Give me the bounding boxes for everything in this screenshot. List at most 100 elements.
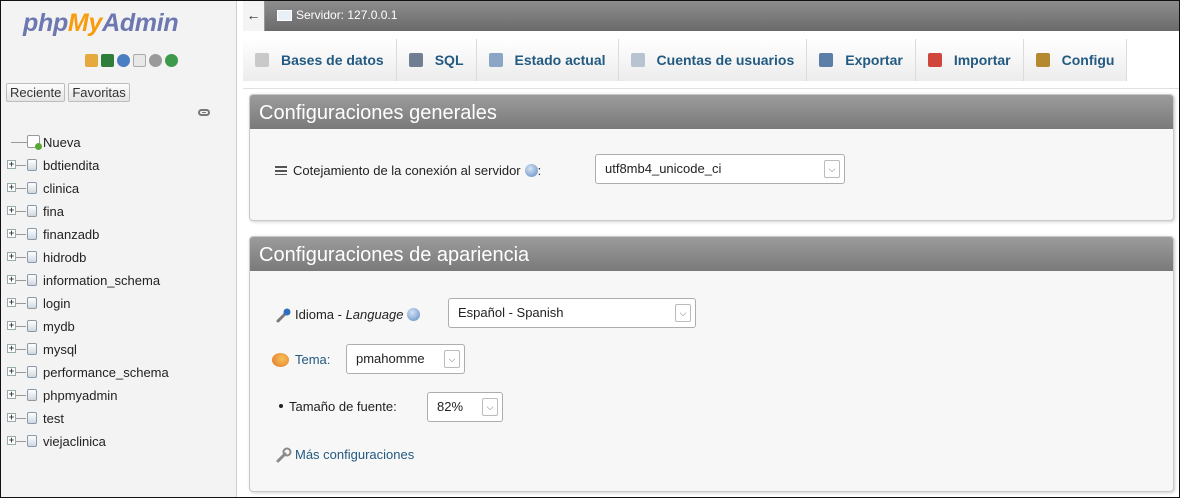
chevron-down-icon: ⌵ xyxy=(675,304,691,322)
tab-sql[interactable]: SQL xyxy=(396,39,477,81)
language-value: Español - Spanish xyxy=(458,305,564,320)
more-settings-link[interactable]: Más configuraciones xyxy=(295,447,414,462)
nav-recent-favorites: Reciente Favoritas xyxy=(6,83,130,102)
database-icon xyxy=(27,159,37,171)
bullet-icon xyxy=(279,404,283,408)
tree-item-mysql[interactable]: + mysql xyxy=(1,338,237,361)
font-size-label: Tamaño de fuente: xyxy=(289,399,397,414)
tree-item-information-schema[interactable]: + information_schema xyxy=(1,269,237,292)
database-icon xyxy=(27,251,37,263)
tree-connector xyxy=(16,257,26,258)
tree-item-clinica[interactable]: + clinica xyxy=(1,177,237,200)
sql-icon xyxy=(408,53,423,67)
phpmyadmin-logo[interactable]: phpMyAdmin xyxy=(23,9,179,38)
language-label-row: Idioma - Language xyxy=(295,307,421,322)
tree-item-hidrodb[interactable]: + hidrodb xyxy=(1,246,237,269)
tree-item-new[interactable]: Nueva xyxy=(1,131,237,154)
server-breadcrumb-bar: ← Servidor: 127.0.0.1 xyxy=(243,1,1179,31)
tree-item-fina[interactable]: + fina xyxy=(1,200,237,223)
tab-label: Cuentas de usuarios xyxy=(656,52,795,68)
expand-icon[interactable]: + xyxy=(7,298,16,307)
tree-item-mydb[interactable]: + mydb xyxy=(1,315,237,338)
collapse-nav-button[interactable]: ← xyxy=(243,1,265,31)
home-icon[interactable] xyxy=(85,54,98,67)
recent-tab[interactable]: Reciente xyxy=(6,83,66,102)
nav-icon-bar xyxy=(85,54,178,67)
expand-icon[interactable]: + xyxy=(7,275,16,284)
general-settings-title: Configuraciones generales xyxy=(250,95,1173,129)
font-size-select[interactable]: 82% ⌵ xyxy=(427,392,503,422)
appearance-settings-panel: Configuraciones de apariencia Idioma - L… xyxy=(249,236,1174,492)
theme-palette-icon xyxy=(272,353,289,367)
reload-icon[interactable] xyxy=(165,54,178,67)
tab-label: Configu xyxy=(1061,52,1115,68)
expand-icon[interactable]: + xyxy=(7,321,16,330)
tree-connector xyxy=(16,395,26,396)
collation-value: utf8mb4_unicode_ci xyxy=(605,161,722,176)
tree-item-label: hidrodb xyxy=(43,250,87,265)
font-size-label-row: Tamaño de fuente: xyxy=(279,399,397,414)
tab-bases-de-datos[interactable]: Bases de datos xyxy=(243,39,397,81)
help-icon[interactable] xyxy=(117,54,130,67)
expand-icon[interactable]: + xyxy=(7,160,16,169)
help-icon[interactable] xyxy=(407,308,421,321)
tree-item-test[interactable]: + test xyxy=(1,407,237,430)
tree-connector xyxy=(16,418,26,419)
database-icon xyxy=(27,435,37,447)
wrench-icon xyxy=(276,447,292,463)
favorites-tab[interactable]: Favoritas xyxy=(68,83,130,102)
tree-item-finanzadb[interactable]: + finanzadb xyxy=(1,223,237,246)
tree-item-label: mysql xyxy=(43,342,77,357)
tab-cuentas-de-usuarios[interactable]: Cuentas de usuarios xyxy=(618,39,808,81)
server-icon xyxy=(277,10,292,21)
database-icon xyxy=(27,205,37,217)
tab-importar[interactable]: Importar xyxy=(915,39,1024,81)
chevron-down-icon: ⌵ xyxy=(444,350,460,368)
import-icon xyxy=(927,53,942,67)
tree-item-viejaclinica[interactable]: + viejaclinica xyxy=(1,430,237,453)
exit-icon[interactable] xyxy=(101,54,114,67)
theme-label[interactable]: Tema: xyxy=(295,352,330,367)
tab-configu[interactable]: Configu xyxy=(1023,39,1128,81)
tab-label: Bases de datos xyxy=(281,52,384,68)
tree-connector xyxy=(16,441,26,442)
tree-item-label: test xyxy=(43,411,64,426)
tree-connector xyxy=(16,326,26,327)
database-icon xyxy=(27,297,37,309)
tab-exportar[interactable]: Exportar xyxy=(807,39,916,81)
server-breadcrumb[interactable]: Servidor: 127.0.0.1 xyxy=(296,8,397,22)
tree-item-bdtiendita[interactable]: + bdtiendita xyxy=(1,154,237,177)
tree-item-login[interactable]: + login xyxy=(1,292,237,315)
logo-my: My xyxy=(67,9,103,37)
expand-icon[interactable]: + xyxy=(7,344,16,353)
tree-item-phpmyadmin[interactable]: + phpmyadmin xyxy=(1,384,237,407)
tree-item-performance-schema[interactable]: + performance_schema xyxy=(1,361,237,384)
tree-item-label: bdtiendita xyxy=(43,158,100,173)
expand-icon[interactable]: + xyxy=(7,252,16,261)
status-icon xyxy=(488,53,503,67)
tree-connector xyxy=(11,142,27,143)
wrench-icon xyxy=(1035,53,1050,67)
expand-icon[interactable]: + xyxy=(7,229,16,238)
expand-icon[interactable]: + xyxy=(7,183,16,192)
expand-icon[interactable]: + xyxy=(7,206,16,215)
documentation-icon[interactable] xyxy=(133,54,146,67)
collation-label: Cotejamiento de la conexión al servidor xyxy=(293,163,521,178)
expand-icon[interactable]: + xyxy=(7,436,16,445)
tree-connector xyxy=(16,280,26,281)
tree-connector xyxy=(16,349,26,350)
new-database-icon xyxy=(27,135,42,150)
theme-value: pmahomme xyxy=(356,351,425,366)
link-icon[interactable] xyxy=(198,109,210,116)
help-icon[interactable] xyxy=(524,164,538,177)
settings-icon[interactable] xyxy=(149,54,162,67)
tree-connector xyxy=(16,165,26,166)
expand-icon[interactable]: + xyxy=(7,413,16,422)
language-select[interactable]: Español - Spanish ⌵ xyxy=(448,298,696,328)
tab-estado-actual[interactable]: Estado actual xyxy=(476,39,619,81)
expand-icon[interactable]: + xyxy=(7,367,16,376)
expand-icon[interactable]: + xyxy=(7,390,16,399)
theme-select[interactable]: pmahomme ⌵ xyxy=(346,344,465,374)
navigation-panel: phpMyAdmin Reciente Favoritas Nueva + bdti… xyxy=(1,1,237,497)
collation-select[interactable]: utf8mb4_unicode_ci ⌵ xyxy=(595,154,845,184)
